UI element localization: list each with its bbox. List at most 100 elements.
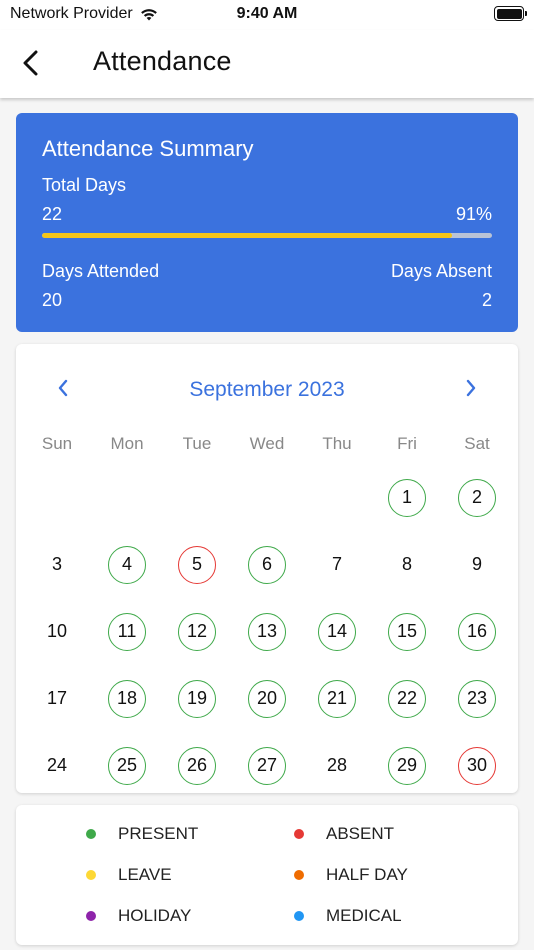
legend-label: ABSENT bbox=[326, 824, 395, 843]
calendar-day-25[interactable]: 25 bbox=[108, 746, 146, 785]
calendar-day-cell: 21 bbox=[302, 665, 372, 732]
calendar-day-17[interactable]: 17 bbox=[38, 680, 76, 718]
legend-item-medical: MEDICAL bbox=[294, 906, 402, 926]
calendar-day-cell bbox=[22, 464, 92, 531]
calendar-day-15[interactable]: 15 bbox=[388, 612, 426, 651]
calendar-day-5[interactable]: 5 bbox=[178, 545, 216, 584]
weekday-label: Sat bbox=[464, 434, 490, 453]
calendar-card: September 2023 Sun Mon Tue Wed Thu Fri Sat 123… bbox=[16, 344, 518, 793]
calendar-day-22[interactable]: 22 bbox=[388, 679, 426, 718]
calendar-week-row: 12 bbox=[22, 464, 512, 531]
weekday-label: Thu bbox=[322, 434, 352, 453]
weekday-label: Fri bbox=[397, 434, 417, 453]
calendar-day-cell: 3 bbox=[22, 531, 92, 598]
status-bar: Network Provider 9:40 AM bbox=[0, 0, 534, 30]
next-month-button[interactable] bbox=[457, 374, 485, 402]
calendar-day-4[interactable]: 4 bbox=[108, 545, 146, 584]
weekday-label: Wed bbox=[249, 434, 285, 453]
calendar-day-cell: 10 bbox=[22, 598, 92, 665]
legend-dot-icon bbox=[86, 829, 96, 839]
calendar-day-21[interactable]: 21 bbox=[318, 679, 356, 718]
back-button[interactable] bbox=[14, 46, 48, 80]
days-attended-label: Days Attended bbox=[42, 261, 160, 281]
calendar-day-14[interactable]: 14 bbox=[318, 612, 356, 651]
calendar-day-1[interactable]: 1 bbox=[388, 478, 426, 517]
calendar-day-cell: 24 bbox=[22, 732, 92, 799]
legend-dot-icon bbox=[294, 870, 304, 880]
calendar-week-row: 3456789 bbox=[22, 531, 512, 598]
calendar-month-label: September 2023 bbox=[189, 378, 345, 401]
calendar-day-cell: 17 bbox=[22, 665, 92, 732]
total-days-label: Total Days bbox=[42, 175, 127, 195]
summary-title: Attendance Summary bbox=[42, 136, 254, 161]
calendar-day-cell: 28 bbox=[302, 732, 372, 799]
days-absent-value: 2 bbox=[481, 290, 492, 310]
calendar-day-13[interactable]: 13 bbox=[248, 612, 286, 651]
calendar-day-cell: 8 bbox=[372, 531, 442, 598]
total-days-value: 22 bbox=[42, 204, 63, 224]
calendar-day-27[interactable]: 27 bbox=[248, 746, 286, 785]
calendar-day-7[interactable]: 7 bbox=[318, 546, 356, 584]
calendar-day-6[interactable]: 6 bbox=[248, 545, 286, 584]
calendar-grid: 1 2 3 4 5 6 7 8 9 10 11 12 13 14 15 16 17 18 19 20 21 22 23 24 2… bbox=[22, 464, 512, 799]
attendance-progress-bar bbox=[42, 233, 492, 238]
calendar-day-cell: 11 bbox=[92, 598, 162, 665]
attendance-summary-card: Attendance Summary Total Days 22 91% Day… bbox=[16, 113, 518, 332]
legend-label: LEAVE bbox=[118, 865, 172, 884]
page-title: Attendance bbox=[93, 46, 232, 76]
calendar-day-9[interactable]: 9 bbox=[458, 546, 496, 584]
calendar-day-cell: 16 bbox=[442, 598, 512, 665]
weekday-label: Sun bbox=[41, 434, 73, 453]
chevron-left-icon bbox=[23, 50, 38, 76]
calendar-day-cell: 20 bbox=[232, 665, 302, 732]
calendar-day-cell: 5 bbox=[162, 531, 232, 598]
battery-icon bbox=[494, 6, 527, 21]
legend-label: HOLIDAY bbox=[118, 906, 192, 925]
calendar-week-row: 17 18 19 20 21 22 23 bbox=[22, 665, 512, 732]
calendar-day-cell: 4 bbox=[92, 531, 162, 598]
calendar-day-cell bbox=[92, 464, 162, 531]
calendar-day-cell: 1 bbox=[372, 464, 442, 531]
calendar-day-24[interactable]: 24 bbox=[38, 747, 76, 785]
legend-label: MEDICAL bbox=[326, 906, 402, 925]
calendar-day-10[interactable]: 10 bbox=[38, 613, 76, 651]
calendar-day-cell bbox=[232, 464, 302, 531]
calendar-day-cell: 6 bbox=[232, 531, 302, 598]
calendar-day-8[interactable]: 8 bbox=[388, 546, 426, 584]
calendar-day-19[interactable]: 19 bbox=[178, 679, 216, 718]
app-bar: Attendance bbox=[0, 30, 534, 98]
legend-item-leave: LEAVE bbox=[86, 865, 172, 885]
calendar-day-cell: 30 bbox=[442, 732, 512, 799]
calendar-day-20[interactable]: 20 bbox=[248, 679, 286, 718]
calendar-day-cell: 14 bbox=[302, 598, 372, 665]
calendar-day-30[interactable]: 30 bbox=[458, 746, 496, 785]
legend-dot-icon bbox=[86, 870, 96, 880]
calendar-day-26[interactable]: 26 bbox=[178, 746, 216, 785]
calendar-day-cell: 26 bbox=[162, 732, 232, 799]
legend-card: PRESENT ABSENT LEAVE HALF DAY HOLIDAY MEDICAL bbox=[16, 805, 518, 945]
legend-item-holiday: HOLIDAY bbox=[86, 906, 191, 926]
calendar-day-2[interactable]: 2 bbox=[458, 478, 496, 517]
calendar-day-cell: 23 bbox=[442, 665, 512, 732]
calendar-week-row: 24 25 26 27 28 29 30 bbox=[22, 732, 512, 799]
calendar-day-cell: 19 bbox=[162, 665, 232, 732]
calendar-day-cell bbox=[162, 464, 232, 531]
weekday-label: Tue bbox=[182, 434, 212, 453]
calendar-day-11[interactable]: 11 bbox=[108, 612, 146, 651]
calendar-day-18[interactable]: 18 bbox=[108, 679, 146, 718]
legend-dot-icon bbox=[86, 911, 96, 921]
legend-item-half-day: HALF DAY bbox=[294, 865, 408, 885]
days-absent-label: Days Absent bbox=[390, 261, 492, 281]
weekday-label: Mon bbox=[110, 434, 144, 453]
calendar-day-cell: 9 bbox=[442, 531, 512, 598]
calendar-day-28[interactable]: 28 bbox=[318, 747, 356, 785]
legend-dot-icon bbox=[294, 911, 304, 921]
calendar-day-12[interactable]: 12 bbox=[178, 612, 216, 651]
calendar-day-23[interactable]: 23 bbox=[458, 679, 496, 718]
calendar-day-cell: 25 bbox=[92, 732, 162, 799]
calendar-day-3[interactable]: 3 bbox=[38, 546, 76, 584]
legend-item-present: PRESENT bbox=[86, 824, 198, 844]
calendar-day-16[interactable]: 16 bbox=[458, 612, 496, 651]
calendar-week-row: 10 11 12 13 14 15 16 bbox=[22, 598, 512, 665]
calendar-day-29[interactable]: 29 bbox=[388, 746, 426, 785]
